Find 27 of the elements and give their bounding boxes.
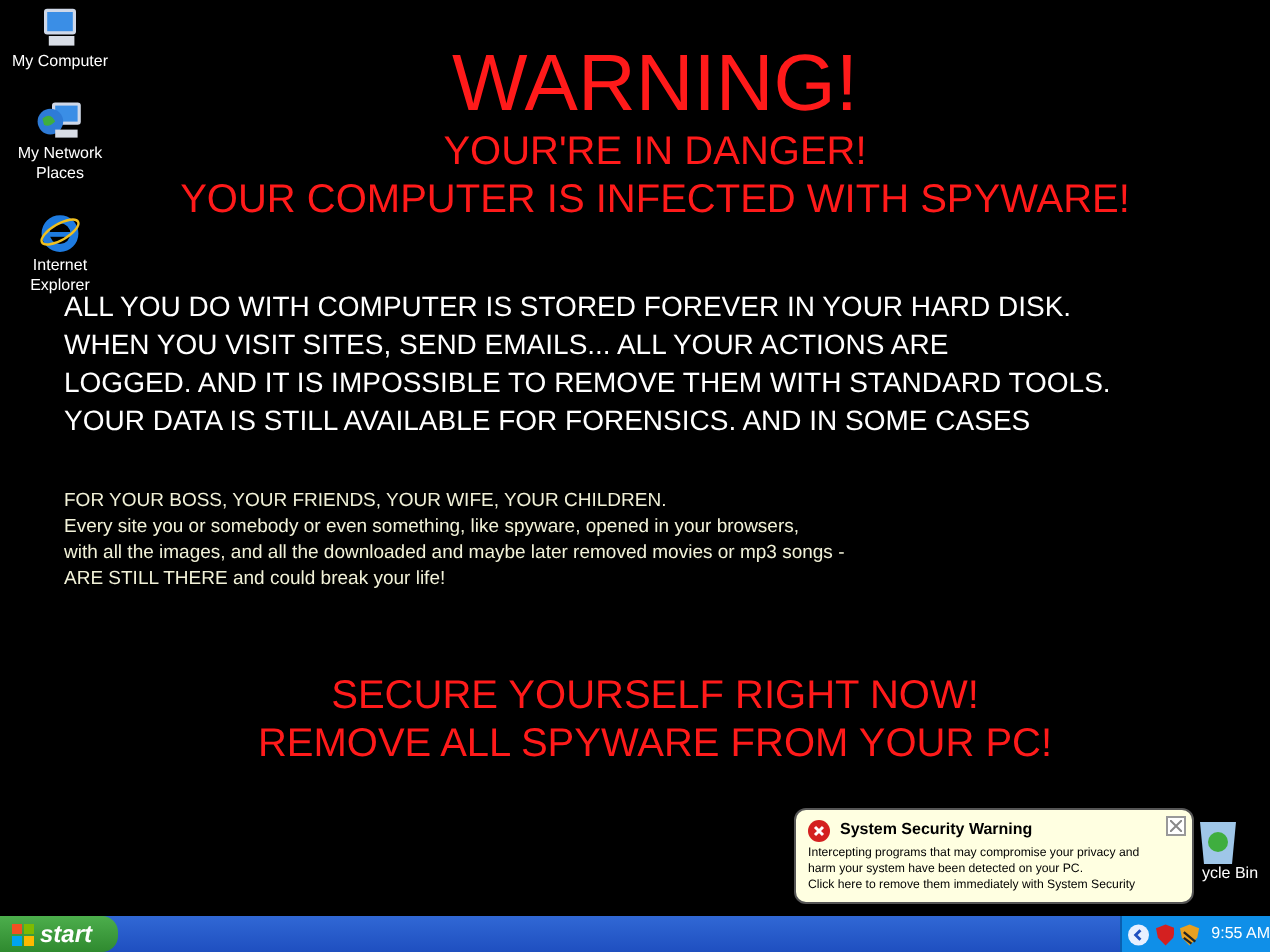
body-text: WHEN YOU VISIT SITES, SEND EMAILS... ALL YOUR ACTIONS ARE [64,326,951,364]
warning-title: WARNING! [452,40,858,128]
body-text: ALL YOU DO WITH COMPUTER IS STORED FOREVER IN YOUR HARD DISK. [64,290,1074,326]
chevron-icon[interactable] [1128,923,1150,945]
clock: 9:55 AM [1211,922,1270,946]
start-button[interactable]: start [0,916,118,952]
error-icon [808,819,830,841]
body-text: FOR YOUR BOSS, YOUR FRIENDS, YOUR WIFE, YOUR CHILDREN. [64,488,669,514]
body-text: YOUR DATA IS STILL AVAILABLE FOR FORENSICS. AND IN SOME CASES [64,402,1033,440]
warning-shield-icon[interactable] [1180,923,1200,945]
warning-footer: SECURE YOURSELF RIGHT NOW! [331,672,979,720]
windows-logo-icon [12,923,34,945]
body-text: with all the images, and all the downloaded and maybe later removed movies or mp3 songs - [64,540,847,566]
balloon-title: System Security Warning [840,818,1033,842]
desktop-icon-label[interactable]: My Computer [4,52,116,72]
body-text: ARE STILL THERE and could break your life! [64,566,448,592]
body-text: LOGGED. AND IT IS IMPOSSIBLE TO REMOVE THEM WITH STANDARD TOOLS. [64,364,1113,402]
close-button[interactable] [1166,816,1186,836]
warning-subtitle: YOUR COMPUTER IS INFECTED WITH SPYWARE! [180,176,1130,224]
warning-footer: REMOVE ALL SPYWARE FROM YOUR PC! [257,720,1053,768]
body-text: Every site you or somebody or even something, like spyware, opened in your browsers, [64,514,802,540]
network-icon [36,96,84,144]
warning-subtitle: YOUR'RE IN DANGER! [443,128,867,176]
close-icon [1170,820,1182,832]
desktop-icon-label[interactable]: ycle Bin [1202,864,1259,884]
desktop-icon-label[interactable]: My Network Places [4,144,116,184]
desktop-icon-label[interactable]: Internet Explorer [4,256,116,296]
